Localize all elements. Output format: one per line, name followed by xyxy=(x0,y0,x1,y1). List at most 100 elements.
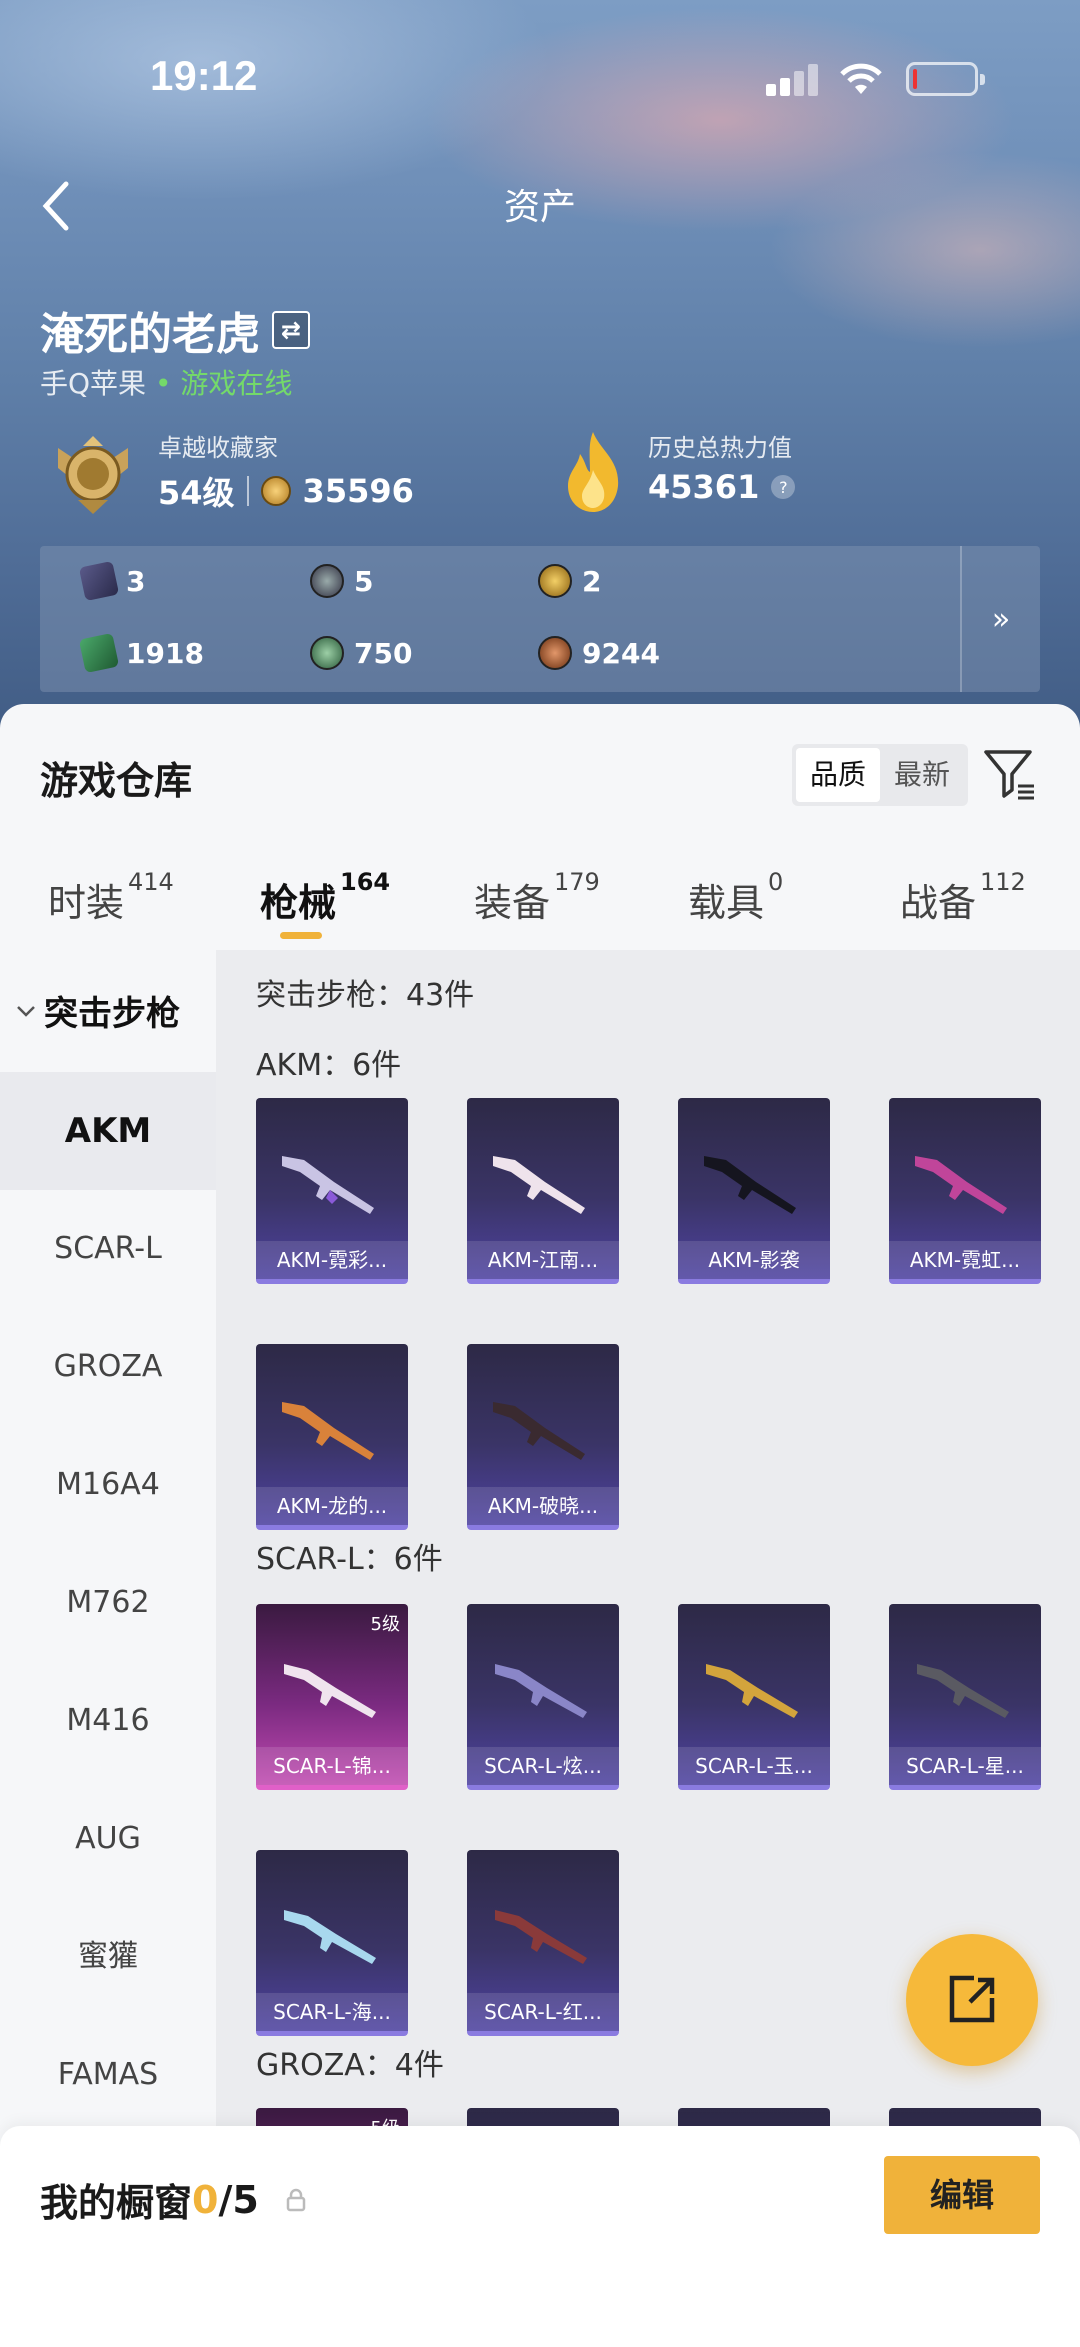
share-icon xyxy=(949,1975,995,2023)
username: 淹死的老虎 ⇄ xyxy=(40,298,310,362)
weapon-skin-card[interactable]: 5级 SCAR-L-锦... xyxy=(256,1604,408,1790)
weapon-skin-card[interactable]: SCAR-L-海... xyxy=(256,1850,408,2036)
showcase-total: /5 xyxy=(218,2177,259,2222)
heat-number: 45361 xyxy=(648,468,760,506)
sidebar-item-groza[interactable]: GROZA xyxy=(0,1308,216,1426)
username-text: 淹死的老虎 xyxy=(40,309,260,360)
rifle-icon xyxy=(282,1402,374,1460)
resources-panel[interactable]: 3 5 2 1918 750 9244 » xyxy=(40,546,1040,692)
rifle-icon xyxy=(495,1910,587,1964)
cellular-signal-icon xyxy=(766,64,820,96)
skin-name: SCAR-L-红... xyxy=(467,1993,619,2031)
weapon-skin-card[interactable]: AKM-江南... xyxy=(467,1098,619,1284)
card-icon xyxy=(78,560,120,602)
skin-name: SCAR-L-星... xyxy=(889,1747,1041,1785)
category-label: 突击步枪 xyxy=(44,994,180,1034)
sidebar-item-honey-badger[interactable]: 蜜獾 xyxy=(0,1898,216,2016)
showcase-count: 0 xyxy=(192,2177,219,2222)
clock: 19:12 xyxy=(150,52,258,99)
switch-account-icon[interactable]: ⇄ xyxy=(272,311,310,349)
rank-points: 35596 xyxy=(302,472,414,510)
sidebar-item-m762[interactable]: M762 xyxy=(0,1544,216,1662)
silver-coin-icon xyxy=(310,564,344,598)
platform-text: 手Q苹果 xyxy=(40,367,147,400)
platform-info: 手Q苹果 • 游戏在线 xyxy=(40,362,292,402)
weapon-sidebar: 突击步枪 AKM SCAR-L GROZA M16A4 M762 M416 AU… xyxy=(0,950,216,2190)
resource-item: 2 xyxy=(538,564,601,598)
warehouse-sheet: 游戏仓库 品质 最新 时装 414 枪械 164 装备 179 载具 0 战备 112 突… xyxy=(0,704,1080,2347)
weapon-skin-card[interactable]: SCAR-L-红... xyxy=(467,1850,619,2036)
level-badge: 5级 xyxy=(370,1614,400,1635)
weapon-skin-card[interactable]: AKM-影袭 xyxy=(678,1098,830,1284)
green-card-icon xyxy=(78,632,120,674)
resource-item: 5 xyxy=(310,564,373,598)
sort-newest-button[interactable]: 最新 xyxy=(880,748,964,802)
resource-item: 750 xyxy=(310,636,412,670)
heat-label: 历史总热力值 xyxy=(648,434,792,462)
rifle-icon xyxy=(915,1156,1007,1214)
lock-icon xyxy=(286,2188,306,2211)
sidebar-item-m16a4[interactable]: M16A4 xyxy=(0,1426,216,1544)
rank-label: 卓越收藏家 xyxy=(158,434,278,462)
sidebar-item-akm[interactable]: AKM xyxy=(0,1072,216,1190)
tab-supplies[interactable]: 战备 112 xyxy=(900,868,1026,927)
battery-icon xyxy=(906,62,985,96)
weapon-skin-card[interactable]: SCAR-L-炫... xyxy=(467,1604,619,1790)
showcase-bar: 我的橱窗 0/5 编辑 xyxy=(0,2126,1080,2347)
sort-quality-button[interactable]: 品质 xyxy=(796,748,881,802)
share-button[interactable] xyxy=(906,1934,1038,2066)
resource-item: 3 xyxy=(78,560,146,602)
warehouse-title: 游戏仓库 xyxy=(40,759,193,803)
tab-vehicles[interactable]: 载具 0 xyxy=(688,868,783,927)
sidebar-item-m416[interactable]: M416 xyxy=(0,1662,216,1780)
rifle-icon xyxy=(706,1664,798,1718)
tab-label: 载具 xyxy=(688,881,765,925)
weapon-skin-card[interactable]: AKM-霓彩... xyxy=(256,1098,408,1284)
tab-label: 战备 xyxy=(900,881,977,925)
online-status: • 游戏在线 xyxy=(154,367,293,400)
weapon-skin-card[interactable]: AKM-霓虹... xyxy=(889,1098,1041,1284)
status-bar: 19:12 xyxy=(0,48,1080,108)
resource-count: 1918 xyxy=(126,636,204,670)
weapon-skin-card[interactable]: AKM-破晓... xyxy=(467,1344,619,1530)
skin-name: SCAR-L-炫... xyxy=(467,1747,619,1785)
tab-fashion[interactable]: 时装 414 xyxy=(48,868,174,927)
sidebar-item-famas[interactable]: FAMAS xyxy=(0,2016,216,2134)
category-summary: 突击步枪：43件 xyxy=(256,978,475,1013)
resource-count: 3 xyxy=(126,564,146,598)
heat-value: 45361 ? xyxy=(648,468,796,506)
filter-icon[interactable] xyxy=(982,746,1038,802)
chevron-down-icon xyxy=(17,1005,35,1017)
edit-button[interactable]: 编辑 xyxy=(884,2156,1040,2234)
category-header[interactable]: 突击步枪 xyxy=(16,986,180,1035)
rifle-icon xyxy=(284,1910,376,1964)
jade-coin-icon xyxy=(310,636,344,670)
resource-count: 9244 xyxy=(582,636,660,670)
rifle-icon xyxy=(284,1664,376,1718)
tab-label: 装备 xyxy=(474,881,551,925)
skin-name: AKM-影袭 xyxy=(678,1241,830,1279)
sidebar-item-scar-l[interactable]: SCAR-L xyxy=(0,1190,216,1308)
help-icon[interactable]: ? xyxy=(771,475,796,499)
weapon-skin-card[interactable]: AKM-龙的... xyxy=(256,1344,408,1530)
rifle-icon xyxy=(282,1156,374,1214)
showcase-label: 我的橱窗 0/5 xyxy=(40,2172,307,2227)
resource-count: 5 xyxy=(354,564,374,598)
divider xyxy=(246,476,249,506)
collector-points-icon xyxy=(260,476,291,506)
bronze-coin-icon xyxy=(538,636,572,670)
skin-name: SCAR-L-海... xyxy=(256,1993,408,2031)
tab-equipment[interactable]: 装备 179 xyxy=(474,868,600,927)
tab-firearms[interactable]: 枪械 164 xyxy=(260,868,390,927)
tab-count: 112 xyxy=(980,868,1026,897)
resources-more-icon[interactable]: » xyxy=(960,546,1040,692)
weapon-skin-card[interactable]: SCAR-L-玉... xyxy=(678,1604,830,1790)
sidebar-item-aug[interactable]: AUG xyxy=(0,1780,216,1898)
skin-name: AKM-江南... xyxy=(467,1241,619,1279)
skin-name: AKM-破晓... xyxy=(467,1487,619,1525)
resource-count: 750 xyxy=(354,636,413,670)
rank-value: 54级 35596 xyxy=(158,468,414,514)
collector-medal-icon[interactable] xyxy=(48,428,138,518)
flame-icon xyxy=(568,432,619,512)
weapon-skin-card[interactable]: SCAR-L-星... xyxy=(889,1604,1041,1790)
